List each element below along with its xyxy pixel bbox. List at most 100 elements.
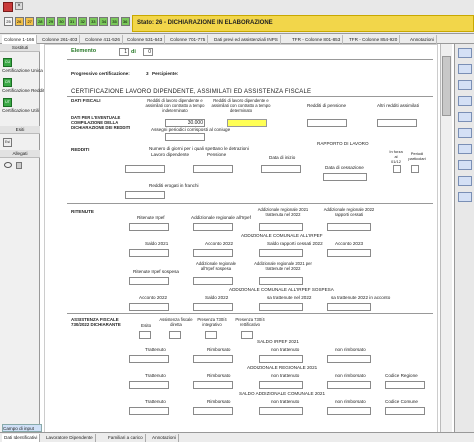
table-icon[interactable] bbox=[458, 96, 472, 106]
toolbar-button-25[interactable]: 25 bbox=[4, 17, 13, 26]
add-com-sospesa-label: ADDIZIONALE COMUNALE ALL'IRPEF SOSPESA bbox=[229, 287, 334, 292]
presenza-rettif-field[interactable] bbox=[241, 331, 253, 339]
tab-inps[interactable]: Dati previ ed assistenziali INPS bbox=[212, 35, 281, 44]
non-trattenuto-field-1[interactable] bbox=[259, 355, 303, 363]
non-rimborsato-field-2[interactable] bbox=[327, 381, 371, 389]
redditi-pensione-field[interactable] bbox=[307, 119, 347, 127]
add-reg-sospesa-field[interactable] bbox=[193, 277, 233, 285]
archive-icon[interactable] bbox=[458, 192, 472, 202]
cert-redditi-label[interactable]: Certificazione Redditi bbox=[2, 88, 45, 93]
elemento-field[interactable]: 1 bbox=[119, 48, 129, 56]
list-icon[interactable] bbox=[458, 80, 472, 90]
add-reg-2021-sospesa-field[interactable] bbox=[259, 277, 303, 285]
assegni-field[interactable] bbox=[165, 133, 205, 141]
acconto-2022b-field[interactable] bbox=[129, 303, 169, 311]
trattenuto-field-2[interactable] bbox=[129, 381, 169, 389]
trattenuto-field-3[interactable] bbox=[129, 407, 169, 415]
in-forza-field[interactable] bbox=[393, 165, 401, 173]
tab-colonne-261-403[interactable]: Colonne 261-403 bbox=[40, 35, 81, 44]
sostituti-header[interactable]: Sostituti bbox=[0, 44, 40, 52]
acconto-2022-field[interactable] bbox=[193, 249, 233, 257]
assistenza-field[interactable] bbox=[169, 331, 181, 339]
esiti-header[interactable]: Esiti bbox=[0, 126, 40, 134]
print-icon[interactable] bbox=[458, 128, 472, 138]
toolbar-button-32[interactable]: 32 bbox=[78, 17, 88, 26]
ritenute-irpef-field[interactable] bbox=[129, 223, 169, 231]
tab-annotazioni[interactable]: Annotazioni bbox=[408, 35, 438, 44]
non-rimborsato-field-3[interactable] bbox=[327, 407, 371, 415]
tab-colonne-411-526[interactable]: Colonne 411-526 bbox=[83, 35, 123, 44]
toolbar-button-26[interactable]: 26 bbox=[14, 17, 24, 26]
periodi-field[interactable] bbox=[411, 165, 419, 173]
tab-familiari[interactable]: Familiari a carico bbox=[106, 434, 146, 442]
rit-sospesa-field[interactable] bbox=[129, 277, 169, 285]
tab-dati-identificativi[interactable]: Dati Identificativi bbox=[2, 434, 41, 442]
toolbar-button-30[interactable]: 30 bbox=[57, 17, 66, 26]
allegati-header[interactable]: Allegati bbox=[0, 150, 40, 158]
trattenuto-field-1[interactable] bbox=[129, 355, 169, 363]
add-reg-field[interactable] bbox=[193, 223, 233, 231]
acconto-2023-field[interactable] bbox=[327, 249, 371, 257]
ut-icon[interactable]: UT bbox=[3, 98, 12, 107]
tab-annotazioni-bottom[interactable]: Annotazioni bbox=[150, 434, 180, 442]
tab-colonne-531-643[interactable]: Colonne 531-643 bbox=[125, 35, 166, 44]
cr-icon[interactable]: CR bbox=[3, 78, 12, 87]
tab-colonne-701-775[interactable]: Colonne 701-775 bbox=[168, 35, 209, 44]
attach-icon[interactable] bbox=[458, 144, 472, 154]
redditi-tempo-det-field[interactable] bbox=[227, 119, 267, 127]
toolbar-button-35[interactable]: 35 bbox=[110, 17, 119, 26]
grid-icon[interactable] bbox=[458, 160, 472, 170]
giorni-lav-dip-field[interactable] bbox=[125, 165, 165, 173]
esiti-icon[interactable]: Esi bbox=[3, 138, 12, 147]
saldo-2022-field[interactable] bbox=[193, 303, 233, 311]
sa-trattenute-acconto-field[interactable] bbox=[327, 303, 371, 311]
rimborsato-field-1[interactable] bbox=[193, 355, 233, 363]
rimborsato-field-3[interactable] bbox=[193, 407, 233, 415]
tab-tfr-854-920[interactable]: TFR - Colonne 854-920 bbox=[347, 35, 401, 44]
redditi-franchi-field[interactable] bbox=[125, 191, 165, 199]
toolbar-button-31[interactable]: 31 bbox=[67, 17, 77, 26]
esito-field[interactable] bbox=[139, 331, 151, 339]
tab-lavoratore-dipendente[interactable]: Lavoratore Dipendente bbox=[44, 434, 96, 442]
app-icon[interactable] bbox=[3, 2, 13, 12]
cert-utili-label[interactable]: Certificazione Utili bbox=[2, 108, 39, 113]
tab-tfr-801-853[interactable]: TFR - Colonne 801-853 bbox=[290, 35, 344, 44]
toolbar-button-28[interactable]: 28 bbox=[35, 17, 45, 26]
codice-comune-field[interactable] bbox=[385, 407, 425, 415]
data-inizio-field[interactable] bbox=[261, 165, 301, 173]
toolbar-button-34[interactable]: 34 bbox=[99, 17, 109, 26]
cert-unica-label[interactable]: Certificazione Unica bbox=[2, 68, 43, 73]
add-reg-trattenuta-field[interactable] bbox=[259, 223, 303, 231]
eye-icon[interactable] bbox=[4, 162, 12, 168]
toolbar-button-27[interactable]: 27 bbox=[25, 17, 35, 26]
non-trattenuto-field-3[interactable] bbox=[259, 407, 303, 415]
doc-icon[interactable] bbox=[458, 48, 472, 58]
saldo-cessati-field[interactable] bbox=[259, 249, 303, 257]
toolbar-button-36[interactable]: 36 bbox=[120, 17, 130, 26]
tab-colonne-1-166[interactable]: Colonne 1-166 bbox=[2, 35, 38, 44]
toolbar-button-33[interactable]: 33 bbox=[88, 17, 98, 26]
altri-redditi-field[interactable] bbox=[377, 119, 417, 127]
non-rimborsato-field-1[interactable] bbox=[327, 355, 371, 363]
close-icon[interactable]: × bbox=[15, 2, 23, 10]
di-field[interactable]: 0 bbox=[143, 48, 153, 56]
vertical-scrollbar[interactable] bbox=[440, 44, 452, 434]
rimborsato-field-2[interactable] bbox=[193, 381, 233, 389]
refresh-icon[interactable] bbox=[458, 176, 472, 186]
non-trattenuto-field-2[interactable] bbox=[259, 381, 303, 389]
edit-icon[interactable] bbox=[458, 64, 472, 74]
attach-icon[interactable] bbox=[16, 162, 22, 169]
giorni-pensione-field[interactable] bbox=[193, 165, 233, 173]
sa-trattenute-field[interactable] bbox=[259, 303, 303, 311]
data-cessazione-field[interactable] bbox=[323, 173, 367, 181]
codice-regione-field[interactable] bbox=[385, 381, 425, 389]
presenza-730-field[interactable] bbox=[205, 331, 217, 339]
trattenuto-label-2: Trattenuto bbox=[145, 373, 166, 378]
add-reg-2022-field[interactable] bbox=[327, 223, 371, 231]
cu-icon[interactable]: CU bbox=[3, 58, 12, 67]
scroll-thumb[interactable] bbox=[442, 56, 451, 116]
toolbar-button-29[interactable]: 29 bbox=[46, 17, 56, 26]
calc-icon[interactable] bbox=[458, 112, 472, 122]
redditi-tempo-ind-field[interactable]: 30.000 bbox=[165, 119, 205, 127]
saldo-2021-field[interactable] bbox=[129, 249, 169, 257]
